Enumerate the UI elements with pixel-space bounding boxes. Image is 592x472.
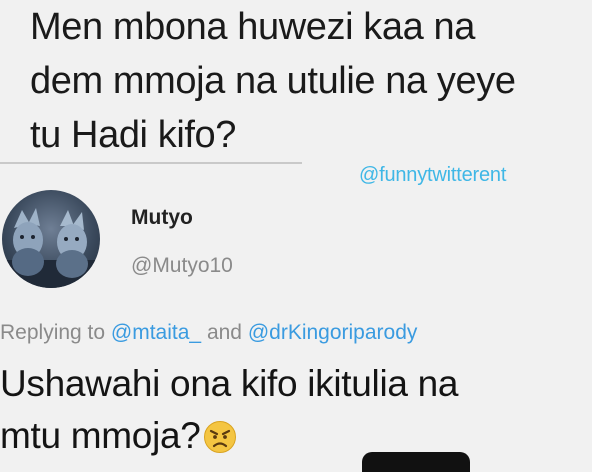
reply-tweet-text: Ushawahi ona kifo ikitulia na mtu mmoja? bbox=[0, 358, 590, 462]
avatar[interactable] bbox=[2, 190, 100, 288]
reply-tweet-line: mtu mmoja? bbox=[0, 415, 201, 456]
cropped-dark-shape bbox=[362, 452, 470, 472]
watermark: @funnytwitterent bbox=[359, 164, 507, 186]
quoted-tweet-line: Men mbona huwezi kaa na bbox=[30, 6, 475, 48]
quoted-tweet-line: dem mmoja na utulie na yeye bbox=[30, 60, 516, 102]
mention-link[interactable]: @drKingoriparody bbox=[248, 321, 418, 344]
mention-link[interactable]: @mtaita_ bbox=[111, 321, 201, 344]
reply-tweet-line: Ushawahi ona kifo ikitulia na bbox=[0, 363, 459, 404]
display-name[interactable]: Mutyo bbox=[131, 206, 193, 230]
avatar-image bbox=[2, 208, 100, 288]
replying-connector: and bbox=[206, 321, 242, 344]
replying-to-line: Replying to @mtaita_ and @drKingoriparod… bbox=[0, 321, 417, 345]
divider bbox=[0, 162, 302, 164]
angry-face-icon bbox=[203, 421, 236, 453]
quoted-tweet-text: Men mbona huwezi kaa na dem mmoja na utu… bbox=[30, 0, 585, 162]
user-handle[interactable]: @Mutyo10 bbox=[131, 254, 233, 278]
replying-to-label: Replying to bbox=[0, 321, 106, 344]
quoted-tweet-line: tu Hadi kifo? bbox=[30, 114, 237, 156]
reply-tweet-line-last: mtu mmoja? bbox=[0, 410, 590, 462]
